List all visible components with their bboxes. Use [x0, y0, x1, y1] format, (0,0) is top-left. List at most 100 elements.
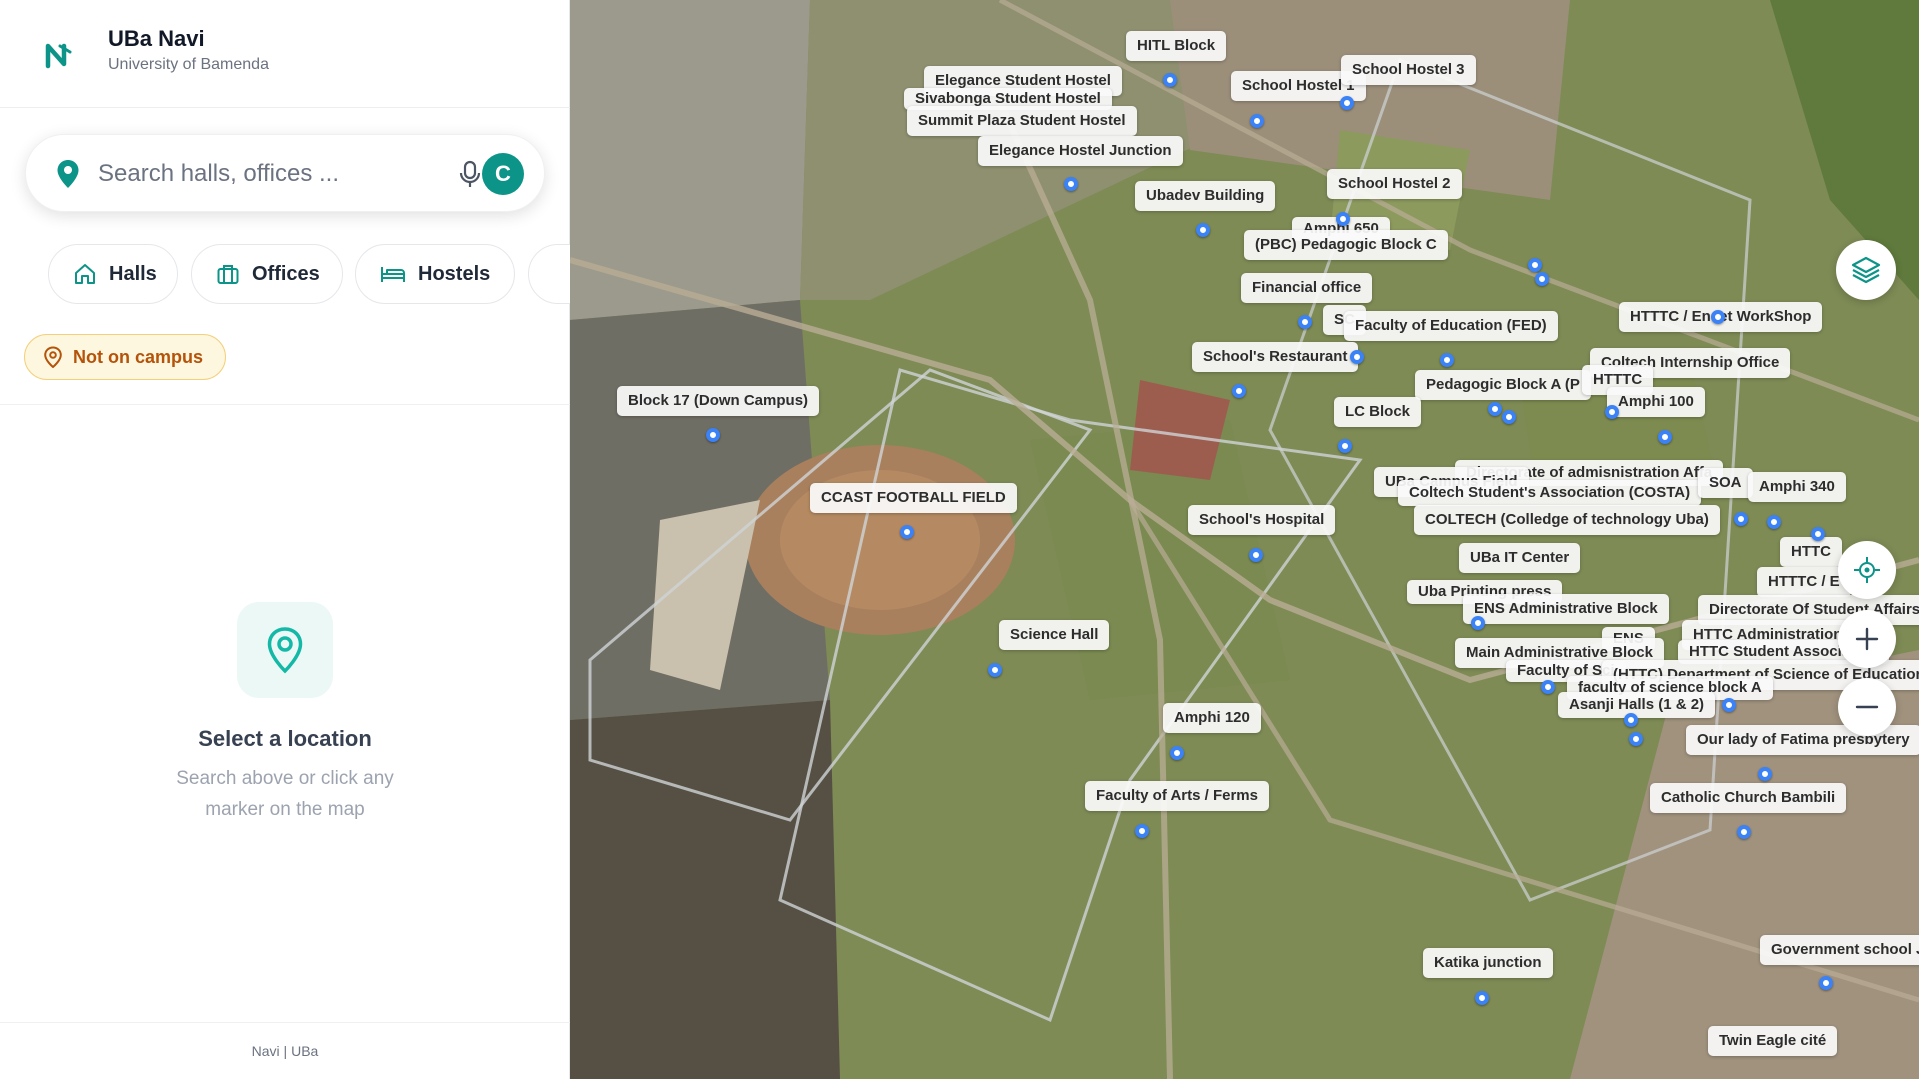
map-label-katika-junction[interactable]: Katika junction	[1423, 948, 1553, 978]
map-marker[interactable]	[1196, 223, 1210, 237]
map-label-science-hall[interactable]: Science Hall	[999, 620, 1110, 650]
layers-icon	[1851, 256, 1881, 284]
map-marker[interactable]	[1232, 384, 1246, 398]
map-label-ccast-football-field[interactable]: CCAST FOOTBALL FIELD	[810, 483, 1017, 513]
map-label-faculty-of-arts-ferms[interactable]: Faculty of Arts / Ferms	[1085, 781, 1269, 811]
map-marker[interactable]	[1819, 976, 1833, 990]
map-marker[interactable]	[1170, 746, 1184, 760]
map-label-asanji-halls[interactable]: Asanji Halls (1 & 2)	[1558, 692, 1716, 718]
map-marker[interactable]	[706, 428, 720, 442]
map-marker[interactable]	[1488, 402, 1502, 416]
chip-offices[interactable]: Offices	[191, 244, 343, 304]
map-label-amphi-340[interactable]: Amphi 340	[1748, 472, 1846, 502]
map-marker[interactable]	[1767, 515, 1781, 529]
map-marker[interactable]	[1758, 767, 1772, 781]
map-marker[interactable]	[1338, 439, 1352, 453]
map-marker[interactable]	[1605, 405, 1619, 419]
map-label-school-hostel-3[interactable]: School Hostel 3	[1341, 55, 1476, 85]
map-marker[interactable]	[1249, 548, 1263, 562]
map-label-financial-office[interactable]: Financial office	[1241, 273, 1373, 303]
map-marker[interactable]	[1711, 310, 1725, 324]
map-label-httc[interactable]: HTTC	[1780, 537, 1842, 567]
zoom-in-button[interactable]	[1838, 610, 1896, 668]
map-label-costa[interactable]: Coltech Student's Association (COSTA)	[1398, 480, 1702, 506]
map-label-summit-plaza-student-hostel[interactable]: Summit Plaza Student Hostel	[907, 106, 1137, 136]
location-pin-icon	[57, 160, 79, 188]
map-label-government-school[interactable]: Government school J	[1760, 935, 1919, 965]
map-label-school-hostel-2[interactable]: School Hostel 2	[1327, 169, 1462, 199]
brand-header: UBa Navi University of Bamenda	[0, 0, 570, 108]
map-marker[interactable]	[1629, 732, 1643, 746]
map-marker[interactable]	[1440, 353, 1454, 367]
zoom-out-button[interactable]	[1838, 678, 1896, 736]
map-marker[interactable]	[1163, 73, 1177, 87]
empty-state-text: Search above or click any marker on the …	[176, 768, 394, 820]
map-label-schools-restaurant[interactable]: School's Restaurant	[1192, 342, 1359, 372]
chip-halls[interactable]: Halls	[48, 244, 178, 304]
map-label-faculty-of-education[interactable]: Faculty of Education (FED)	[1344, 311, 1558, 341]
map-marker[interactable]	[988, 663, 1002, 677]
map-marker[interactable]	[1624, 713, 1638, 727]
chip-label: Hostels	[418, 262, 491, 285]
map-marker[interactable]	[1528, 258, 1542, 272]
map-marker[interactable]	[1475, 991, 1489, 1005]
chip-hostels[interactable]: Hostels	[355, 244, 515, 304]
map-label-hitl-block[interactable]: HITL Block	[1126, 31, 1227, 61]
footer: Navi | UBa	[0, 1022, 570, 1079]
map-marker[interactable]	[1471, 616, 1485, 630]
map-marker[interactable]	[1541, 680, 1555, 694]
map-label-catholic-church-bambili[interactable]: Catholic Church Bambili	[1650, 783, 1847, 813]
map-label-htttc-e[interactable]: HTTTC / E	[1757, 567, 1851, 597]
bed-icon	[381, 267, 405, 282]
map-marker[interactable]	[1250, 114, 1264, 128]
map-view[interactable]: HITL Block Elegance Student Hostel Sivab…	[570, 0, 1919, 1079]
search-input[interactable]	[96, 155, 426, 193]
map-label-ens-administrative-block[interactable]: ENS Administrative Block	[1463, 594, 1669, 624]
chip-label: Halls	[109, 262, 157, 285]
campus-status-badge: Not on campus	[24, 334, 226, 380]
chip-label: Offices	[252, 262, 320, 285]
divider	[0, 404, 570, 405]
sidebar: UBa Navi University of Bamenda C Halls O…	[0, 0, 570, 1079]
map-label-ubadev-building[interactable]: Ubadev Building	[1135, 181, 1276, 211]
map-label-pedagogic-block-a[interactable]: Pedagogic Block A (P	[1415, 370, 1591, 400]
home-icon	[75, 264, 95, 284]
app-logo-icon	[45, 43, 72, 69]
map-marker[interactable]	[1336, 212, 1350, 226]
map-label-lc-block[interactable]: LC Block	[1334, 397, 1422, 427]
map-label-elegance-hostel-junction[interactable]: Elegance Hostel Junction	[978, 136, 1183, 166]
map-marker[interactable]	[1722, 698, 1736, 712]
map-label-block-17[interactable]: Block 17 (Down Campus)	[617, 386, 820, 416]
minus-icon	[1855, 705, 1879, 709]
map-label-coltech[interactable]: COLTECH (Colledge of technology Uba)	[1414, 505, 1720, 535]
map-label-pbc-pedagogic-block-c[interactable]: (PBC) Pedagogic Block C	[1244, 230, 1448, 260]
layers-button[interactable]	[1836, 240, 1896, 300]
map-label-soa[interactable]: SOA	[1698, 468, 1753, 498]
map-label-amphi-100[interactable]: Amphi 100	[1607, 387, 1705, 417]
map-marker[interactable]	[900, 525, 914, 539]
map-marker[interactable]	[1658, 430, 1672, 444]
search-bar: C	[25, 134, 545, 212]
user-avatar[interactable]: C	[482, 153, 524, 195]
map-marker[interactable]	[1298, 315, 1312, 329]
briefcase-icon	[217, 265, 239, 284]
category-chips: Halls Offices Hostels	[48, 244, 570, 304]
map-marker[interactable]	[1502, 410, 1516, 424]
locate-me-button[interactable]	[1838, 541, 1896, 599]
map-label-amphi-120[interactable]: Amphi 120	[1163, 703, 1261, 733]
map-marker[interactable]	[1340, 96, 1354, 110]
map-marker[interactable]	[1350, 350, 1364, 364]
map-marker[interactable]	[1734, 512, 1748, 526]
location-pin-icon	[44, 346, 62, 368]
map-marker[interactable]	[1064, 177, 1078, 191]
status-label: Not on campus	[73, 346, 204, 367]
map-label-schools-hospital[interactable]: School's Hospital	[1188, 505, 1336, 535]
map-marker[interactable]	[1535, 272, 1549, 286]
map-label-twin-eagle-cite[interactable]: Twin Eagle cité	[1708, 1026, 1838, 1056]
chip-more[interactable]	[528, 244, 570, 304]
map-label-uba-it-center[interactable]: UBa IT Center	[1459, 543, 1581, 573]
crosshair-icon	[1854, 557, 1880, 583]
map-marker[interactable]	[1135, 824, 1149, 838]
map-marker[interactable]	[1811, 527, 1825, 541]
map-marker[interactable]	[1737, 825, 1751, 839]
